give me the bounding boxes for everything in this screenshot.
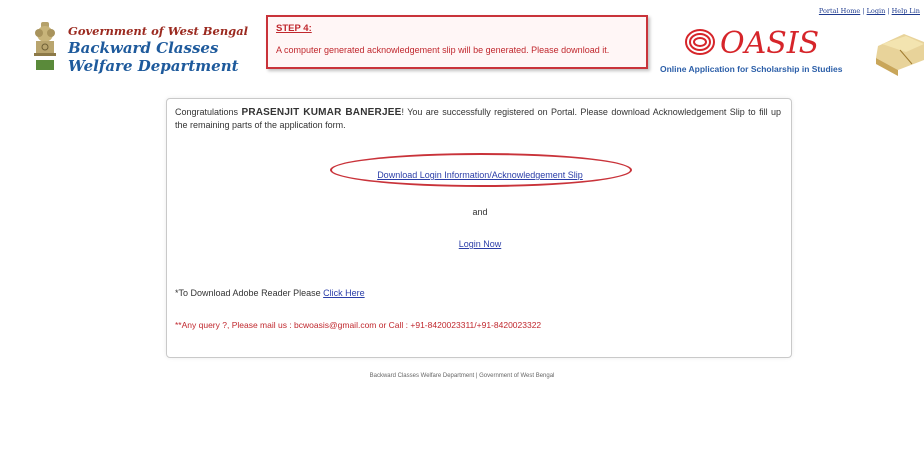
dept-name-line1: Backward Classes: [68, 39, 219, 57]
oasis-tagline: Online Application for Scholarship in St…: [660, 64, 843, 74]
and-text: and: [472, 207, 488, 217]
registration-success-panel: Congratulations PRASENJIT KUMAR BANERJEE…: [166, 98, 792, 358]
oasis-logo-text: OASIS: [720, 26, 819, 61]
dept-name-line2: Welfare Department: [68, 57, 239, 75]
oasis-logo: OASIS Online Application for Scholarship…: [660, 20, 924, 90]
help-line-link[interactable]: Help Lin: [892, 7, 920, 15]
congrats-message: Congratulations PRASENJIT KUMAR BANERJEE…: [175, 106, 781, 131]
oasis-logo-graphic: OASIS: [685, 26, 924, 76]
adobe-reader-note: *To Download Adobe Reader Please Click H…: [175, 288, 365, 298]
portal-home-link[interactable]: Portal Home: [819, 7, 860, 15]
user-name: PRASENJIT KUMAR BANERJEE: [241, 107, 402, 118]
step-description: A computer generated acknowledgement sli…: [276, 45, 610, 55]
step-info-box: STEP 4: A computer generated acknowledge…: [266, 15, 648, 69]
download-acknowledgement-link[interactable]: Download Login Information/Acknowledgeme…: [167, 170, 793, 180]
adobe-note-text: *To Download Adobe Reader Please: [175, 288, 321, 298]
step-title: STEP 4:: [276, 23, 312, 34]
state-emblem-icon: [34, 22, 56, 70]
top-nav-links: Portal Home | Login | Help Lin: [819, 7, 920, 15]
congrats-prefix: Congratulations: [175, 107, 239, 117]
login-now-link[interactable]: Login Now: [167, 239, 793, 249]
footer-text: Backward Classes Welfare Department | Go…: [369, 373, 555, 379]
contact-query-text: **Any query ?, Please mail us : bcwoasis…: [175, 320, 542, 330]
login-link-top[interactable]: Login: [867, 7, 886, 15]
dept-government-line: Government of West Bengal: [68, 24, 249, 38]
adobe-click-here-link[interactable]: Click Here: [323, 288, 365, 298]
graduation-cap-icon: [876, 34, 924, 76]
page-header: Government of West Bengal Backward Class…: [0, 0, 924, 95]
